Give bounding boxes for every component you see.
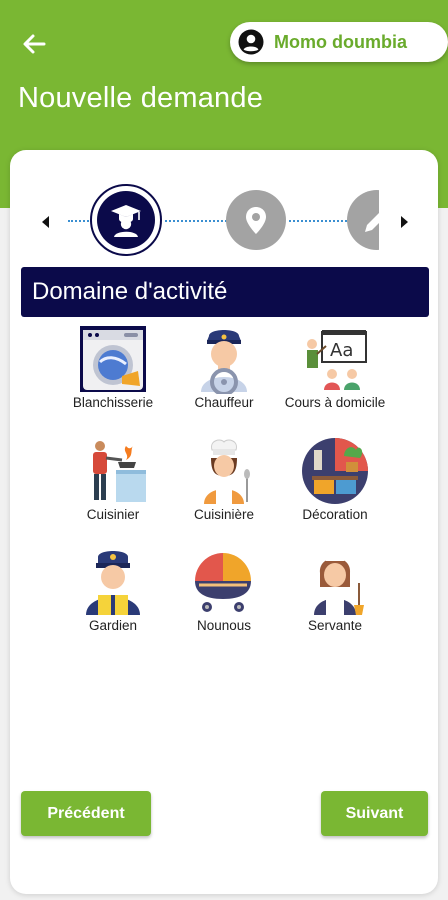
stepper-next-arrow[interactable] [394,210,414,234]
category-label: Cours à domicile [284,395,386,410]
guard-icon [86,551,140,615]
stepper-connector [165,220,227,222]
next-button[interactable]: Suivant [321,791,428,836]
category-blanchisserie[interactable]: Blanchisserie [53,324,173,411]
stepper-prev-arrow[interactable] [36,210,56,234]
category-label: Décoration [302,507,368,522]
category-cuisinier[interactable]: Cuisinier [53,436,173,523]
category-decoration[interactable]: Décoration [275,436,395,523]
account-circle-icon [238,29,264,55]
section-header: Domaine d'activité [21,267,429,317]
svg-text:Aa: Aa [330,340,353,361]
category-label: Blanchisserie [72,395,154,410]
washing-machine-icon [80,326,146,392]
previous-button[interactable]: Précédent [21,791,151,836]
teacher-icon: Aa [307,330,367,390]
category-cours-a-domicile[interactable]: Aa Cours à domicile [275,324,395,411]
female-cook-icon [204,439,250,504]
category-servante[interactable]: Servante [275,547,395,634]
location-pin-icon [246,207,266,234]
stepper-connector [289,220,347,222]
category-nounous[interactable]: Nounous [164,547,284,634]
category-gardien[interactable]: Gardien [53,547,173,634]
maid-icon [314,554,364,615]
category-label: Cuisinière [193,507,255,522]
driver-icon [201,330,247,394]
step-3[interactable] [347,190,379,250]
step-2[interactable] [226,190,286,250]
step-1-active[interactable] [90,184,162,256]
category-label: Gardien [88,618,138,633]
stepper [0,182,448,262]
back-button[interactable] [18,28,50,60]
cook-icon [93,441,146,502]
user-profile-button[interactable]: Momo doumbia [230,22,448,62]
user-name: Momo doumbia [274,31,407,52]
category-cuisiniere[interactable]: Cuisinière [164,436,284,523]
category-label: Nounous [196,618,252,633]
category-label: Cuisinier [86,507,140,522]
category-chauffeur[interactable]: Chauffeur [164,324,284,411]
caret-left-icon [42,216,49,228]
decoration-icon [302,438,368,504]
stepper-connector [68,220,92,222]
section-title: Domaine d'activité [32,278,228,305]
category-label: Servante [307,618,363,633]
back-arrow-icon [23,34,46,54]
category-label: Chauffeur [194,395,254,410]
graduate-icon [111,205,141,237]
caret-right-icon [401,216,408,228]
baby-stroller-icon [195,553,251,612]
pencil-icon [365,213,379,232]
page-title: Nouvelle demande [18,82,264,114]
